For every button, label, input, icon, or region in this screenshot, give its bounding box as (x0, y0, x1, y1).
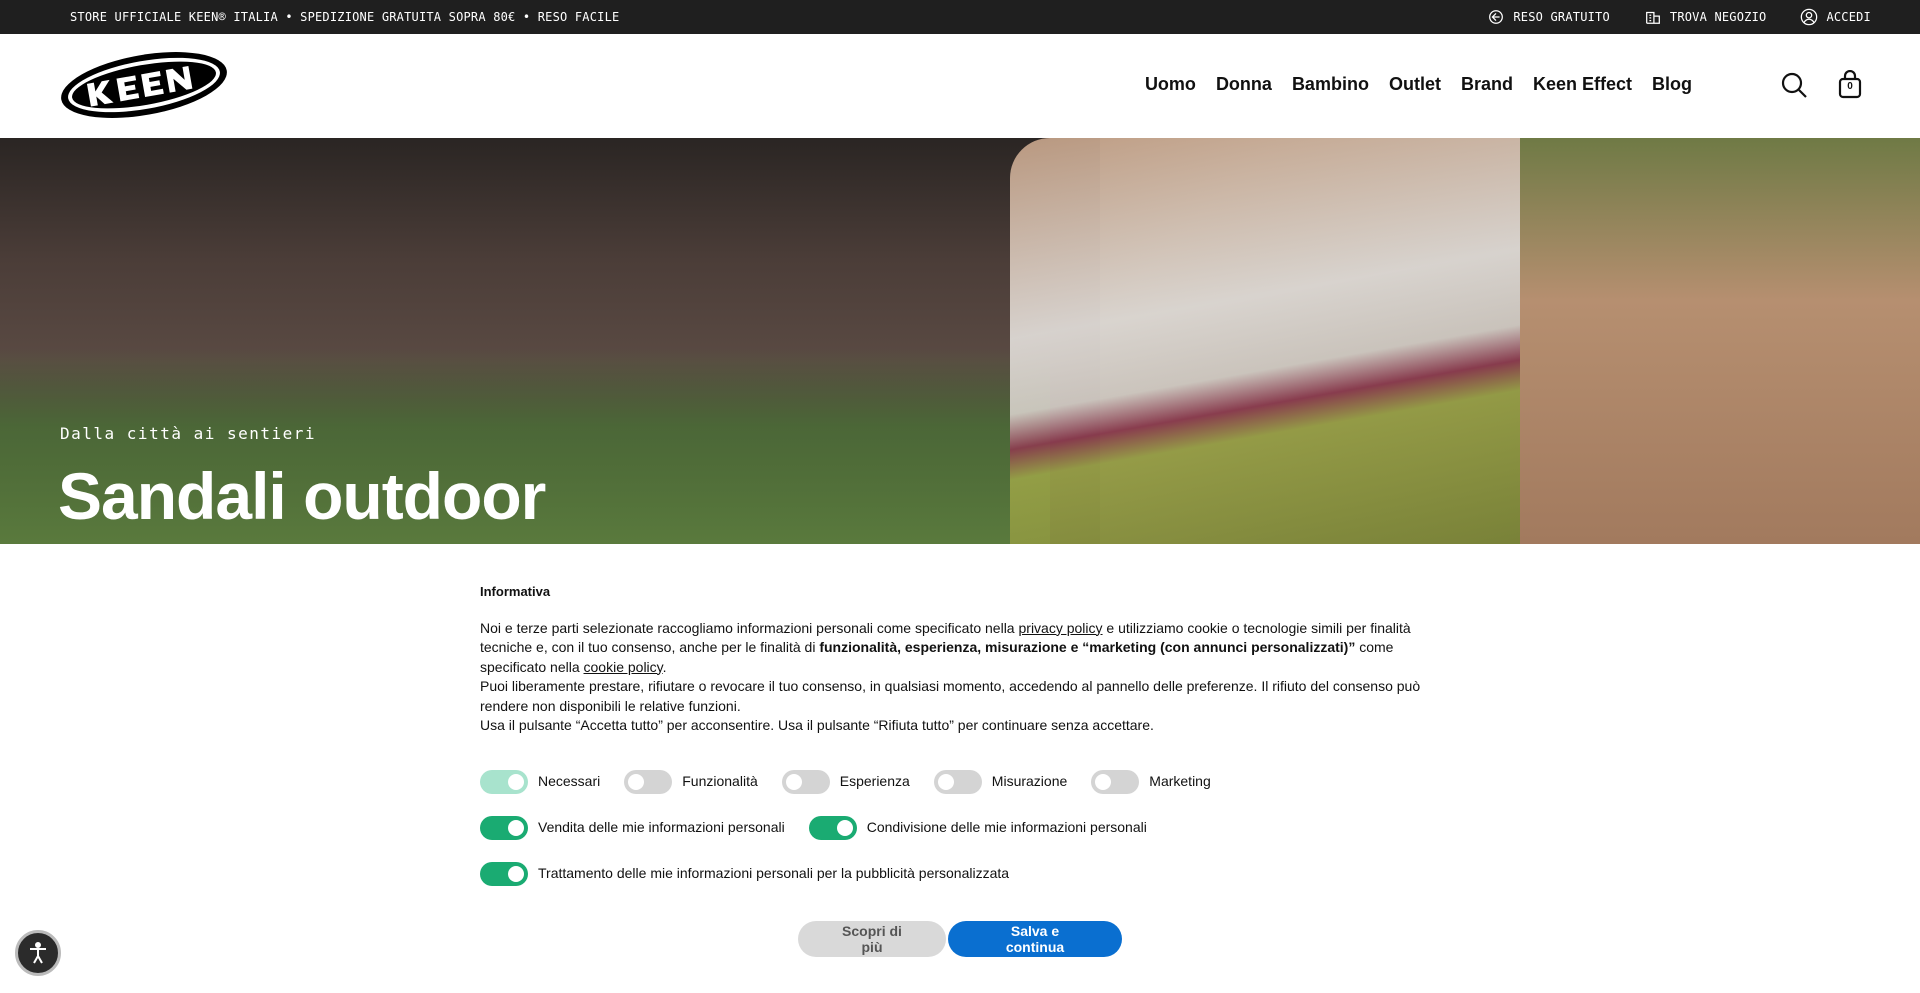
esperienza-switch[interactable] (781, 769, 830, 794)
main-header: Uomo Donna Bambino Outlet Brand Keen Eff… (0, 34, 1920, 138)
learn-more-button[interactable]: Scopri di più (798, 921, 946, 957)
misurazione-switch[interactable] (933, 769, 982, 794)
esperienza-label: Esperienza (839, 772, 910, 789)
promo-text: STORE UFFICIALE KEEN® ITALIA • SPEDIZION… (70, 10, 620, 24)
keen-logo[interactable] (58, 52, 230, 118)
toggle-marketing[interactable]: Marketing (1091, 769, 1211, 794)
toggle-condivisione[interactable]: Condivisione delle mie informazioni pers… (808, 815, 1147, 840)
hero-image-woman (1010, 138, 1560, 544)
free-returns-link[interactable]: RESO GRATUITO (1487, 8, 1610, 26)
necessari-label: Necessari (538, 772, 601, 789)
toggle-funzionalita[interactable]: Funzionalità (624, 769, 758, 794)
consent-content: Informativa Noi e terze parti selezionat… (480, 582, 1430, 886)
misurazione-label: Misurazione (991, 772, 1068, 789)
us-privacy-toggles: Vendita delle mie informazioni personali… (480, 815, 1430, 840)
necessari-switch (480, 769, 528, 794)
cookie-consent-panel: Informativa Noi e terze parti selezionat… (0, 544, 1920, 993)
utility-links: RESO GRATUITO TROVA NEGOZIO ACCEDI (1487, 0, 1871, 34)
condivisione-label: Condivisione delle mie informazioni pers… (866, 818, 1147, 835)
free-returns-label: RESO GRATUITO (1513, 10, 1610, 24)
marketing-switch[interactable] (1091, 769, 1140, 794)
login-link[interactable]: ACCEDI (1800, 8, 1871, 26)
vendita-switch[interactable] (480, 815, 528, 840)
toggle-vendita[interactable]: Vendita delle mie informazioni personali (480, 815, 785, 840)
consent-purposes: funzionalità, esperienza, misurazione e … (819, 639, 1356, 655)
toggle-necessari: Necessari (480, 769, 601, 794)
nav-outlet[interactable]: Outlet (1389, 74, 1441, 95)
consent-paragraph-3: Usa il pulsante “Accetta tutto” per acco… (480, 717, 1154, 733)
condivisione-switch[interactable] (808, 815, 857, 840)
consent-title: Informativa (480, 584, 551, 599)
toggle-pubblicita[interactable]: Trattamento delle mie informazioni perso… (480, 861, 1010, 886)
nav-blog[interactable]: Blog (1652, 74, 1692, 95)
top-announcement-bar: STORE UFFICIALE KEEN® ITALIA • SPEDIZION… (0, 0, 1920, 34)
funzionalita-switch[interactable] (624, 769, 673, 794)
ads-toggles: Trattamento delle mie informazioni perso… (480, 861, 1430, 886)
privacy-policy-link[interactable]: privacy policy (1019, 620, 1103, 636)
nav-bambino[interactable]: Bambino (1292, 74, 1369, 95)
login-label: ACCEDI (1826, 10, 1871, 24)
nav-donna[interactable]: Donna (1216, 74, 1272, 95)
consent-paragraph-1: Noi e terze parti selezionate raccogliam… (480, 619, 1430, 678)
header-actions: 0 (1779, 69, 1863, 100)
nav-keen-effect[interactable]: Keen Effect (1533, 74, 1632, 95)
main-nav: Uomo Donna Bambino Outlet Brand Keen Eff… (1145, 74, 1692, 95)
cookie-policy-link[interactable]: cookie policy (584, 659, 663, 675)
find-store-label: TROVA NEGOZIO (1669, 10, 1767, 24)
hero-image-man (1520, 138, 1920, 544)
consent-buttons: Scopri di più Salva e continua (798, 921, 1122, 957)
save-continue-button[interactable]: Salva e continua (948, 921, 1122, 957)
cart-count: 0 (1847, 81, 1853, 92)
pubblicita-label: Trattamento delle mie informazioni perso… (538, 864, 1010, 881)
consent-paragraph-2: Puoi liberamente prestare, rifiutare o r… (480, 678, 1421, 714)
store-icon (1645, 11, 1660, 24)
find-store-link[interactable]: TROVA NEGOZIO (1644, 8, 1767, 26)
marketing-label: Marketing (1149, 772, 1211, 789)
hero-kicker: Dalla città ai sentieri (60, 424, 317, 443)
nav-brand[interactable]: Brand (1461, 74, 1513, 95)
toggle-misurazione[interactable]: Misurazione (933, 769, 1068, 794)
user-icon (1801, 8, 1818, 26)
search-icon[interactable] (1779, 70, 1809, 100)
toggle-esperienza[interactable]: Esperienza (781, 769, 910, 794)
accessibility-icon (30, 942, 46, 964)
hero-banner[interactable]: Dalla città ai sentieri Sandali outdoor (0, 138, 1920, 544)
nav-uomo[interactable]: Uomo (1145, 74, 1196, 95)
funzionalita-label: Funzionalità (682, 772, 758, 789)
cart-button[interactable]: 0 (1837, 69, 1863, 100)
vendita-label: Vendita delle mie informazioni personali (538, 818, 785, 835)
consent-toggles: Necessari Funzionalità Esperienza Misura… (480, 769, 1430, 886)
consent-text-d: . (662, 658, 667, 675)
purpose-toggles: Necessari Funzionalità Esperienza Misura… (480, 769, 1430, 794)
pubblicita-switch[interactable] (480, 861, 528, 886)
hero-title: Sandali outdoor (58, 459, 546, 533)
return-icon (1489, 10, 1504, 24)
consent-text-a: Noi e terze parti selezionate raccogliam… (480, 619, 1019, 636)
accessibility-button[interactable] (15, 930, 61, 976)
